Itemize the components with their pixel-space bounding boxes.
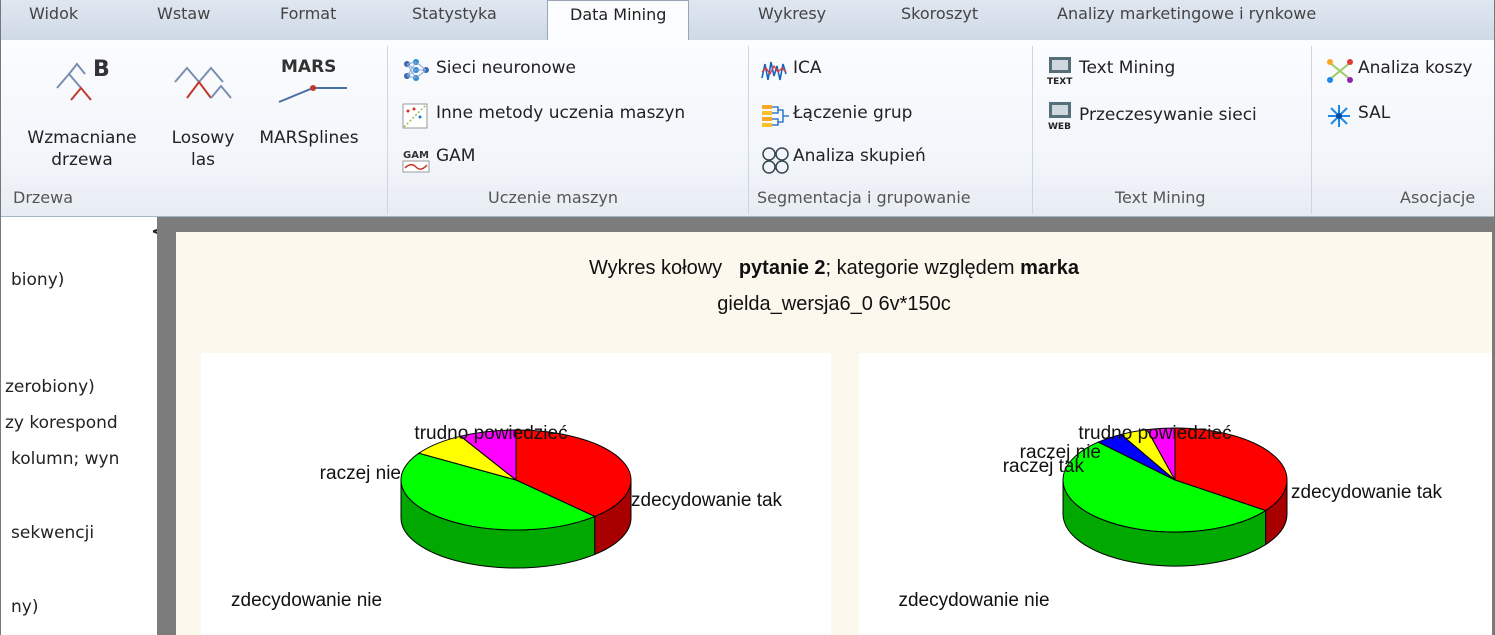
mars-badge: MARS: [281, 57, 336, 77]
ica-button[interactable]: ICA: [761, 58, 1021, 84]
other-ml-methods-label: Inne metody uczenia maszyn: [436, 103, 686, 123]
tab-widok[interactable]: Widok: [29, 4, 78, 23]
text-mining-label: Text Mining: [1079, 58, 1176, 78]
mars-icon: MARS: [278, 57, 347, 103]
random-forest-label-1: Losowy: [171, 128, 235, 148]
pie-chart-2: zdecydowanie takzdecydowanie nieraczej t…: [898, 423, 1443, 611]
random-forest-icon: [174, 66, 232, 99]
left-panel-item[interactable]: sekwencji: [11, 523, 94, 543]
boosted-trees-label-2: drzewa: [51, 150, 113, 170]
chart-subtitle: gielda_wersja6_0 6v*150c: [717, 293, 951, 315]
tab-analizy-marketingowe[interactable]: Analizy marketingowe i rynkowe: [1057, 4, 1316, 23]
ribbon-tab-bar: Widok Wstaw Format Statystyka Data Minin…: [1, 0, 1494, 41]
left-navigation-panel: biony) zerobiony) zy korespond kolumn; w…: [1, 217, 158, 635]
other-ml-methods-button[interactable]: Inne metody uczenia maszyn: [402, 103, 742, 129]
gam-button[interactable]: GAM GAM: [402, 146, 742, 174]
pie-slice-label: zdecydowanie nie: [231, 590, 382, 611]
gam-label: GAM: [436, 146, 476, 166]
web-crawling-label: Przeczesywanie sieci: [1079, 105, 1257, 125]
neural-networks-label: Sieci neuronowe: [436, 58, 577, 78]
left-panel-item[interactable]: zerobiony): [5, 377, 95, 397]
chart-title-variable: pytanie 2: [738, 257, 826, 279]
pie-panel-2: zdecydowanie tak zdecydowanie nie raczej t…: [859, 353, 1492, 635]
group-label-segmentacja: Segmentacja i grupowanie: [757, 188, 971, 207]
pie-slice-label: raczej nie: [1020, 442, 1101, 463]
tab-skoroszyt[interactable]: Skoroszyt: [901, 4, 978, 23]
neural-networks-button[interactable]: Sieci neuronowe: [402, 58, 742, 84]
tab-statystyka[interactable]: Statystyka: [412, 4, 497, 23]
pie-slice-label: trudno powiedzieć: [1078, 423, 1231, 444]
app-window: Widok Wstaw Format Statystyka Data Minin…: [0, 0, 1495, 635]
chart-graph-area: Wykres kołowy pytanie 2; kategorie wzglę…: [176, 232, 1492, 635]
text-mining-button[interactable]: TEXT Text Mining: [1045, 56, 1305, 86]
group-label-uczenie: Uczenie maszyn: [488, 188, 618, 207]
ica-label: ICA: [793, 58, 822, 78]
pie-slice-label: zdecydowanie tak: [1291, 482, 1443, 503]
boosted-trees-icon: B: [56, 57, 110, 101]
web-crawling-button[interactable]: WEB Przeczesywanie sieci: [1045, 101, 1305, 131]
left-panel-item[interactable]: kolumn; wyn: [11, 449, 119, 469]
cluster-analysis-button[interactable]: Analiza skupień: [761, 146, 1021, 174]
group-text-mining: TEXT Text Mining WEB Przeczesywanie siec…: [1033, 40, 1311, 216]
boosted-trees-button[interactable]: B Wzmacniane drzewa: [7, 48, 157, 178]
group-uczenie-maszyn: Sieci neuronowe Inne metody uczenia masz…: [388, 40, 748, 216]
tab-wykresy[interactable]: Wykresy: [758, 4, 826, 23]
marsplines-label: MARSplines: [259, 128, 359, 148]
join-groups-label: Łączenie grup: [793, 103, 913, 123]
ica-icon: [761, 61, 787, 81]
boosted-trees-label-1: Wzmacniane: [27, 128, 137, 148]
chart-title-grouping: marka: [1020, 257, 1080, 279]
chart-title-middle: ; kategorie względem: [825, 257, 1021, 279]
group-label-text-mining: Text Mining: [1115, 188, 1206, 207]
web-crawling-icon: WEB: [1048, 102, 1071, 131]
ribbon-panel: B Wzmacniane drzewa Losowy las MARS MARS…: [1, 40, 1494, 217]
gam-badge: GAM: [403, 150, 429, 161]
pie-chart-1: zdecydowanie tak zdecydowanie nie raczej n…: [231, 423, 783, 611]
group-label-drzewa: Drzewa: [13, 188, 74, 207]
pie-slice-label: raczej nie: [320, 463, 401, 484]
random-forest-label-2: las: [191, 150, 215, 170]
sal-label: SAL: [1358, 103, 1391, 123]
sal-icon: [1328, 105, 1350, 127]
marsplines-button[interactable]: MARS MARSplines: [249, 48, 369, 178]
neural-network-icon: [404, 59, 429, 81]
b-badge: B: [93, 57, 110, 82]
join-groups-icon: [762, 105, 789, 127]
pie-slice-label: trudno powiedzieć: [414, 423, 567, 444]
pie-panel-1: zdecydowanie tak zdecydowanie nie raczej n…: [201, 353, 831, 635]
tab-wstaw[interactable]: Wstaw: [157, 4, 210, 23]
basket-analysis-icon: [1327, 59, 1353, 83]
basket-analysis-label: Analiza koszy: [1358, 58, 1473, 78]
group-drzewa: B Wzmacniane drzewa Losowy las MARS MARS…: [1, 40, 387, 216]
chart-title-prefix: Wykres kołowy: [588, 257, 723, 279]
tab-data-mining[interactable]: Data Mining: [547, 0, 690, 40]
ml-methods-icon: [402, 103, 428, 129]
chart-title: Wykres kołowy pytanie 2; kategorie wzglę…: [176, 257, 1492, 280]
left-panel-item[interactable]: zy korespond: [5, 413, 118, 433]
group-asocjacje: Analiza koszy SAL Asocjacje: [1312, 40, 1494, 216]
pie-slice-label: zdecydowanie nie: [898, 590, 1049, 611]
group-label-asocjacje: Asocjacje: [1400, 188, 1476, 207]
text-badge: TEXT: [1047, 77, 1073, 86]
random-forest-button[interactable]: Losowy las: [159, 48, 247, 178]
basket-analysis-button[interactable]: Analiza koszy: [1326, 58, 1494, 84]
tab-format[interactable]: Format: [280, 4, 336, 23]
pie-slice-label: zdecydowanie tak: [631, 490, 783, 511]
left-panel-item[interactable]: ny): [11, 597, 38, 617]
left-panel-item[interactable]: biony): [11, 270, 64, 290]
join-groups-button[interactable]: Łączenie grup: [761, 103, 1021, 129]
sal-button[interactable]: SAL: [1326, 103, 1494, 129]
cluster-analysis-label: Analiza skupień: [793, 146, 926, 166]
chart-window: Wykres kołowy pytanie 2; kategorie wzglę…: [157, 217, 1494, 635]
cluster-analysis-icon: [762, 147, 789, 174]
gam-icon: GAM: [402, 150, 430, 173]
group-segmentacja: ICA Łączenie grup Analiza skupień Segmen…: [749, 40, 1032, 216]
web-badge: WEB: [1048, 122, 1071, 131]
text-mining-icon: TEXT: [1047, 57, 1073, 86]
